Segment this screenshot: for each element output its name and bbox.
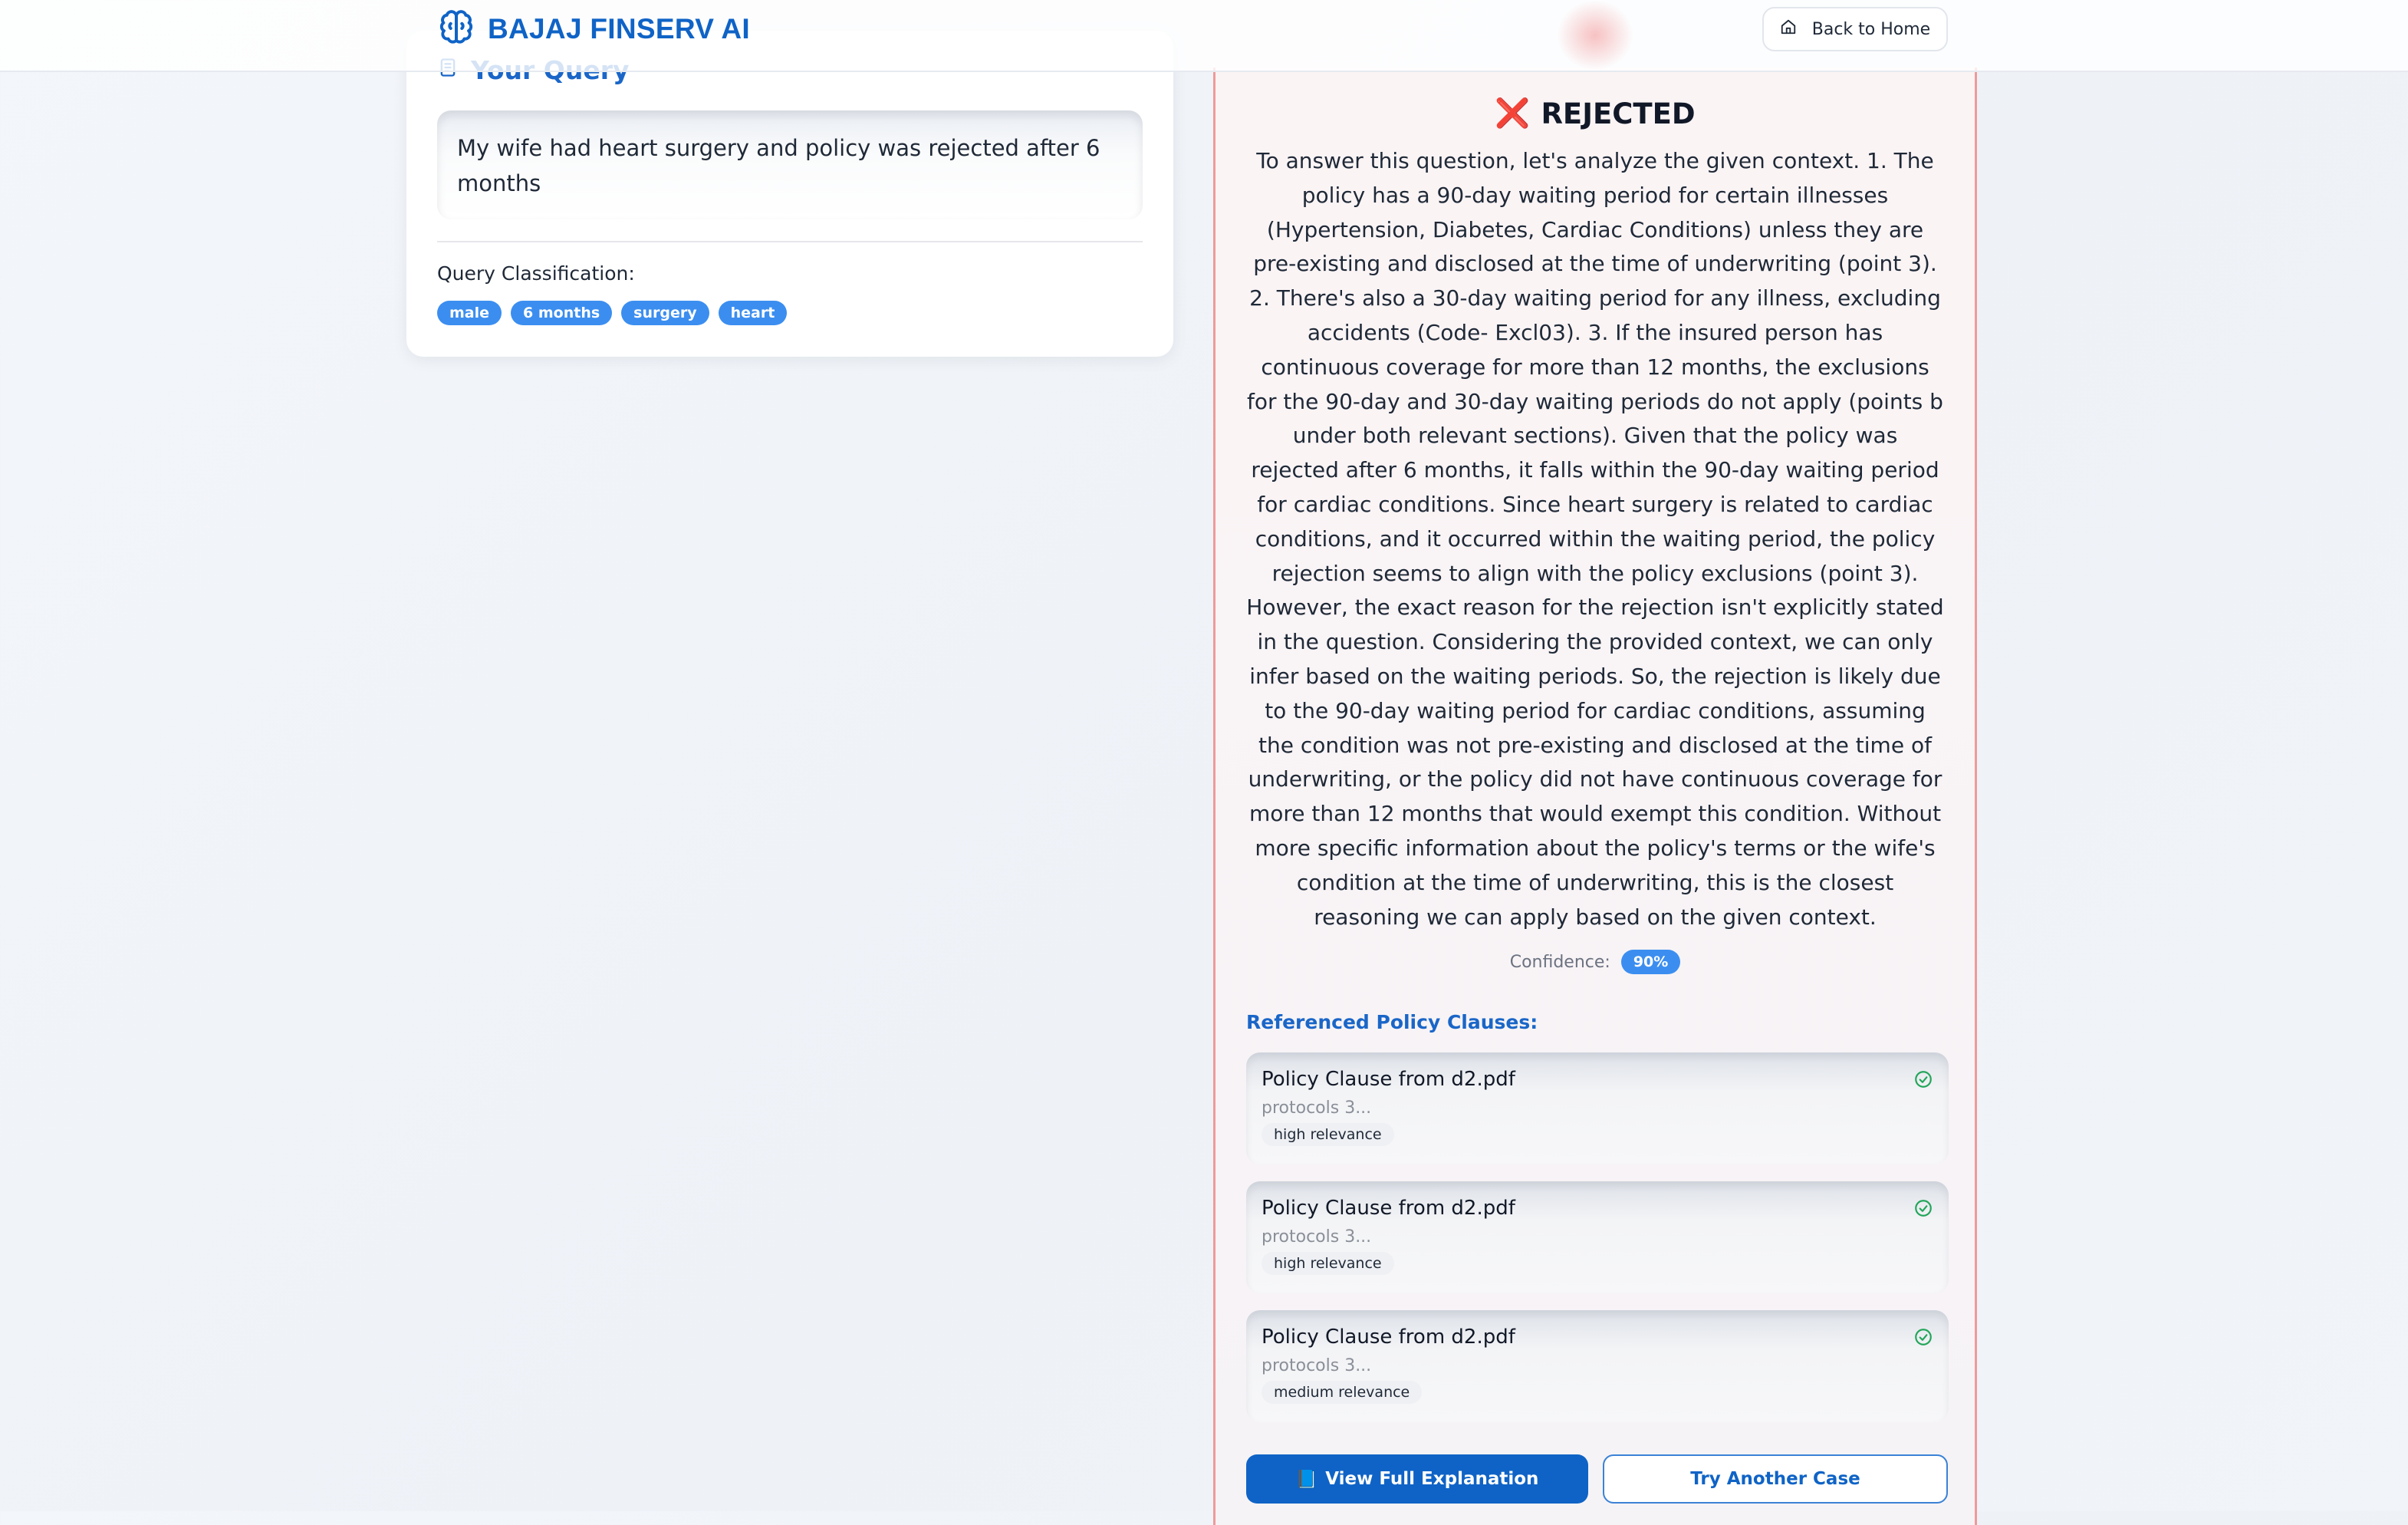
classification-label: Query Classification: bbox=[437, 262, 635, 285]
top-nav: BAJAJ FINSERV AI Back to Home bbox=[0, 0, 2408, 72]
home-icon bbox=[1780, 18, 1797, 40]
tag: 6 months bbox=[511, 301, 613, 325]
confidence-badge: 90% bbox=[1620, 950, 1681, 974]
tag: surgery bbox=[621, 301, 709, 325]
check-circle-icon bbox=[1913, 1069, 1933, 1092]
clause-card[interactable]: Policy Clause from d2.pdf protocols 3...… bbox=[1246, 1052, 1949, 1164]
cross-mark-icon: ❌ bbox=[1495, 97, 1531, 130]
brain-icon bbox=[437, 8, 475, 50]
clause-snippet: protocols 3... bbox=[1262, 1356, 1372, 1375]
brand-name: BAJAJ FINSERV AI bbox=[488, 13, 750, 44]
brand[interactable]: BAJAJ FINSERV AI bbox=[437, 9, 750, 49]
check-circle-icon bbox=[1913, 1198, 1933, 1221]
clause-snippet: protocols 3... bbox=[1262, 1227, 1372, 1247]
references-title: Referenced Policy Clauses: bbox=[1246, 1011, 1538, 1033]
classification-tags: male 6 months surgery heart bbox=[437, 301, 788, 325]
confidence-label: Confidence: bbox=[1509, 952, 1610, 972]
relevance-badge: medium relevance bbox=[1262, 1381, 1423, 1404]
confidence: Confidence: 90% bbox=[1216, 950, 1975, 974]
check-circle-icon bbox=[1913, 1327, 1933, 1350]
clause-card[interactable]: Policy Clause from d2.pdf protocols 3...… bbox=[1246, 1310, 1949, 1422]
tag: male bbox=[437, 301, 502, 325]
try-another-case-button[interactable]: Try Another Case bbox=[1603, 1454, 1948, 1504]
view-full-explanation-label: View Full Explanation bbox=[1325, 1469, 1539, 1489]
result-card: ❌ REJECTED To answer this question, let'… bbox=[1213, 68, 1977, 1525]
back-to-home-label: Back to Home bbox=[1811, 19, 1931, 39]
query-text: My wife had heart surgery and policy was… bbox=[437, 110, 1143, 219]
clause-title: Policy Clause from d2.pdf bbox=[1262, 1326, 1515, 1349]
verdict: ❌ REJECTED bbox=[1216, 97, 1975, 130]
back-to-home-button[interactable]: Back to Home bbox=[1762, 7, 1948, 51]
relevance-badge: high relevance bbox=[1262, 1123, 1394, 1146]
book-icon: 📘 bbox=[1295, 1469, 1318, 1490]
clause-title: Policy Clause from d2.pdf bbox=[1262, 1068, 1515, 1091]
query-card: Your Query My wife had heart surgery and… bbox=[406, 31, 1173, 357]
explanation-text: To answer this question, let's analyze t… bbox=[1246, 148, 1944, 930]
divider bbox=[437, 241, 1143, 242]
clause-title: Policy Clause from d2.pdf bbox=[1262, 1197, 1515, 1220]
relevance-badge: high relevance bbox=[1262, 1252, 1394, 1275]
verdict-text: REJECTED bbox=[1541, 97, 1696, 130]
clause-card[interactable]: Policy Clause from d2.pdf protocols 3...… bbox=[1246, 1181, 1949, 1293]
clause-snippet: protocols 3... bbox=[1262, 1098, 1372, 1118]
decorative-glow bbox=[1557, 0, 1633, 71]
tag: heart bbox=[718, 301, 788, 325]
view-full-explanation-button[interactable]: 📘 View Full Explanation bbox=[1246, 1454, 1588, 1504]
